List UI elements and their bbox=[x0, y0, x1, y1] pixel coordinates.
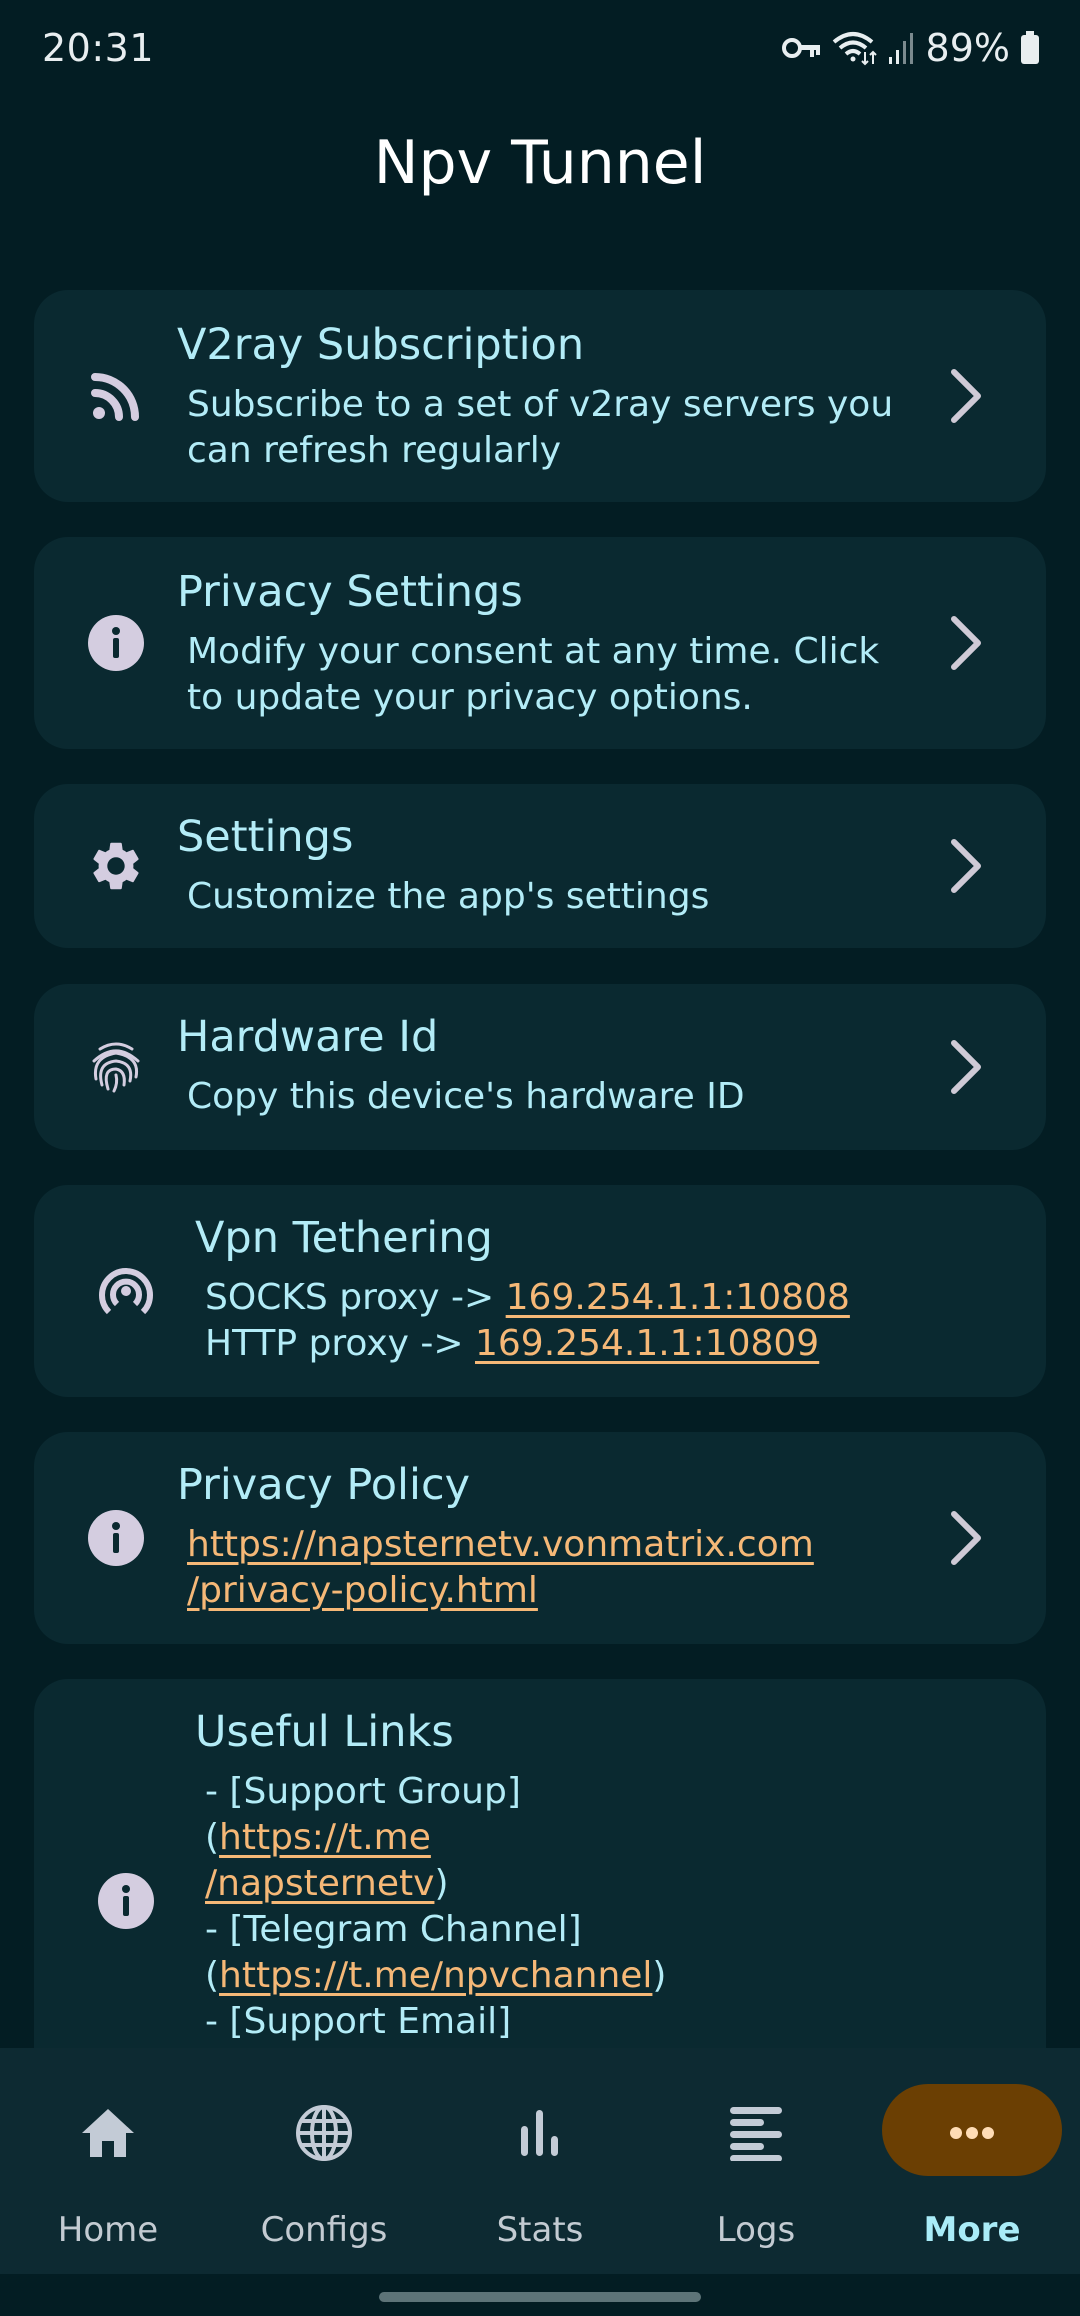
paren: ( bbox=[205, 1954, 220, 1996]
vpn-key-icon bbox=[781, 35, 822, 61]
card-content: Privacy Settings Modify your consent at … bbox=[177, 567, 936, 721]
chevron-right-icon bbox=[951, 616, 981, 670]
nav-label: More bbox=[923, 2210, 1021, 2250]
info-icon bbox=[86, 613, 146, 673]
hardware-id-card[interactable]: Hardware Id Copy this device's hardware … bbox=[34, 984, 1046, 1150]
nav-configs[interactable]: Configs bbox=[216, 2048, 432, 2274]
support-email-label: - [Support Email] bbox=[205, 2000, 512, 2042]
list-icon bbox=[711, 2088, 801, 2178]
card-content: Privacy Policy https://napsternetv.vonma… bbox=[177, 1460, 936, 1614]
status-bar: 20:31 89% bbox=[0, 0, 1080, 95]
paren: ) bbox=[434, 1862, 449, 1904]
subtitle-line: to update your privacy options. bbox=[187, 676, 753, 718]
hotspot-icon bbox=[96, 1261, 156, 1321]
nav-label: Home bbox=[57, 2210, 159, 2250]
subtitle-line: can refresh regularly bbox=[187, 429, 562, 471]
wifi-icon bbox=[832, 30, 878, 66]
useful-links-list: - [Support Group] (https://t.me /napster… bbox=[195, 1769, 936, 2045]
globe-icon bbox=[279, 2088, 369, 2178]
socks-proxy-label: SOCKS proxy -> bbox=[205, 1276, 506, 1318]
http-proxy-line: HTTP proxy -> 169.254.1.1:10809 bbox=[205, 1321, 936, 1367]
card-subtitle: Subscribe to a set of v2ray servers you … bbox=[177, 382, 936, 474]
card-content: Vpn Tethering SOCKS proxy -> 169.254.1.1… bbox=[195, 1213, 936, 1367]
home-indicator[interactable] bbox=[379, 2292, 701, 2302]
subtitle-line: Subscribe to a set of v2ray servers you bbox=[187, 383, 894, 425]
proxy-info: SOCKS proxy -> 169.254.1.1:10808 HTTP pr… bbox=[195, 1275, 936, 1367]
paren: ) bbox=[652, 1954, 667, 1996]
subtitle-line: Modify your consent at any time. Click bbox=[187, 630, 880, 672]
nav-label: Logs bbox=[716, 2210, 796, 2250]
nav-stats[interactable]: Stats bbox=[432, 2048, 648, 2274]
rss-feed-icon bbox=[86, 366, 146, 426]
status-time: 20:31 bbox=[42, 25, 155, 70]
battery-icon bbox=[1020, 30, 1040, 65]
card-content: V2ray Subscription Subscribe to a set of… bbox=[177, 320, 936, 474]
nav-label: Configs bbox=[260, 2210, 388, 2250]
signal-icon bbox=[888, 31, 916, 65]
v2ray-subscription-card[interactable]: V2ray Subscription Subscribe to a set of… bbox=[34, 290, 1046, 502]
card-subtitle: Customize the app's settings bbox=[177, 874, 936, 920]
http-proxy-link[interactable]: 169.254.1.1:10809 bbox=[475, 1323, 819, 1364]
card-title: V2ray Subscription bbox=[177, 320, 585, 370]
privacy-policy-link[interactable]: https://napsternetv.vonmatrix.com /priva… bbox=[177, 1522, 936, 1614]
card-content: Settings Customize the app's settings bbox=[177, 812, 936, 920]
settings-card[interactable]: Settings Customize the app's settings bbox=[34, 784, 1046, 948]
info-icon bbox=[86, 1508, 146, 1568]
card-content: Hardware Id Copy this device's hardware … bbox=[177, 1012, 936, 1120]
page-title: Npv Tunnel bbox=[373, 128, 707, 198]
support-group-link[interactable]: https://t.me bbox=[219, 1817, 431, 1858]
home-icon bbox=[63, 2088, 153, 2178]
card-title: Privacy Settings bbox=[177, 567, 523, 617]
link-line[interactable]: https://napsternetv.vonmatrix.com bbox=[187, 1522, 814, 1568]
card-title: Settings bbox=[177, 812, 354, 862]
support-group-label: - [Support Group] bbox=[205, 1770, 521, 1812]
nav-more[interactable]: More bbox=[864, 2048, 1080, 2274]
socks-proxy-link[interactable]: 169.254.1.1:10808 bbox=[506, 1277, 850, 1318]
paren: ( bbox=[205, 1816, 220, 1858]
subtitle-line: Copy this device's hardware ID bbox=[187, 1075, 745, 1117]
subtitle-line: Customize the app's settings bbox=[187, 875, 710, 917]
support-group-url: (https://t.me bbox=[205, 1815, 936, 1861]
nav-home[interactable]: Home bbox=[0, 2048, 216, 2274]
card-title: Useful Links bbox=[195, 1707, 454, 1757]
link-line[interactable]: /privacy-policy.html bbox=[187, 1568, 538, 1614]
chevron-right-icon bbox=[951, 1511, 981, 1565]
privacy-settings-card[interactable]: Privacy Settings Modify your consent at … bbox=[34, 537, 1046, 749]
card-content: Useful Links - [Support Group] (https://… bbox=[195, 1707, 936, 2045]
support-group-url-cont: /napsternetv) bbox=[205, 1861, 936, 1907]
gear-icon bbox=[86, 836, 146, 896]
support-group-link[interactable]: /napsternetv bbox=[205, 1863, 434, 1904]
chevron-right-icon bbox=[951, 369, 981, 423]
more-horiz-icon bbox=[927, 2088, 1017, 2178]
socks-proxy-line: SOCKS proxy -> 169.254.1.1:10808 bbox=[205, 1275, 936, 1321]
nav-label: Stats bbox=[496, 2210, 584, 2250]
telegram-channel-label: - [Telegram Channel] bbox=[205, 1908, 582, 1950]
card-title: Hardware Id bbox=[177, 1012, 439, 1062]
card-subtitle: Copy this device's hardware ID bbox=[177, 1074, 936, 1120]
battery-level: 89% bbox=[925, 25, 1010, 70]
http-proxy-label: HTTP proxy -> bbox=[205, 1322, 475, 1364]
card-title: Vpn Tethering bbox=[195, 1213, 493, 1263]
nav-logs[interactable]: Logs bbox=[648, 2048, 864, 2274]
fingerprint-icon bbox=[86, 1037, 146, 1097]
telegram-channel-link[interactable]: https://t.me/npvchannel bbox=[219, 1955, 652, 1996]
bar-chart-icon bbox=[495, 2088, 585, 2178]
card-subtitle: Modify your consent at any time. Click t… bbox=[177, 629, 936, 721]
telegram-channel-url: (https://t.me/npvchannel) bbox=[205, 1953, 936, 1999]
vpn-tethering-card: Vpn Tethering SOCKS proxy -> 169.254.1.1… bbox=[34, 1185, 1046, 1397]
privacy-policy-card[interactable]: Privacy Policy https://napsternetv.vonma… bbox=[34, 1432, 1046, 1644]
chevron-right-icon bbox=[951, 1040, 981, 1094]
status-icons: 89% bbox=[781, 25, 1040, 70]
bottom-navigation: Home Configs Stats Logs More bbox=[0, 2048, 1080, 2274]
chevron-right-icon bbox=[951, 839, 981, 893]
info-icon bbox=[96, 1871, 156, 1931]
card-title: Privacy Policy bbox=[177, 1460, 471, 1510]
gesture-bar bbox=[0, 2274, 1080, 2316]
